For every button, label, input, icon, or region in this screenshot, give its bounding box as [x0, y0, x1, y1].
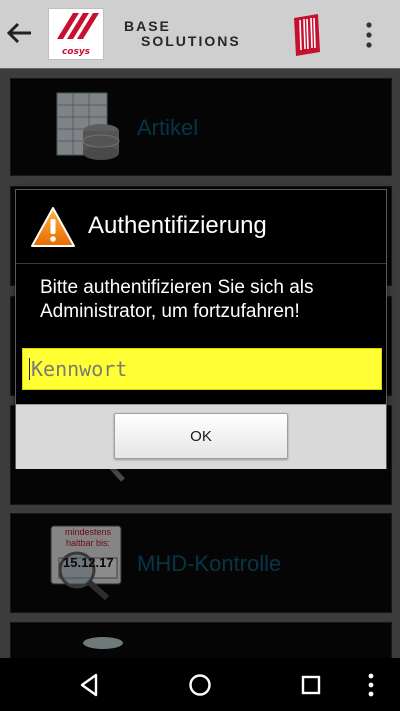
cosys-logo: cosys [48, 8, 104, 60]
overflow-menu-icon[interactable] [363, 20, 375, 50]
text-caret [29, 358, 30, 380]
logo-mark-icon [57, 13, 99, 39]
dialog-title: Authentifizierung [88, 212, 267, 239]
warning-icon [31, 207, 75, 247]
dialog-divider [16, 263, 386, 264]
dialog-button-bar: OK [16, 404, 386, 469]
barcode-icon[interactable] [292, 12, 322, 58]
back-triangle-icon[interactable] [76, 672, 102, 698]
brand-line-1: BASE [124, 18, 171, 34]
back-arrow-icon[interactable] [4, 18, 34, 48]
app-bar: cosys BASE SOLUTIONS [0, 0, 400, 69]
dialog-header: Authentifizierung [16, 190, 386, 264]
logo-text: cosys [61, 47, 91, 57]
overflow-dots-icon[interactable] [365, 672, 377, 698]
recents-square-icon[interactable] [298, 672, 324, 698]
ok-button[interactable]: OK [114, 413, 288, 459]
authentication-dialog: Authentifizierung Bitte authentifizieren… [15, 189, 387, 469]
brand-line-2: SOLUTIONS [141, 33, 241, 49]
system-nav-bar [0, 658, 400, 711]
dialog-message: Bitte authentifizieren Sie sich als Admi… [40, 277, 314, 322]
home-circle-icon[interactable] [187, 672, 213, 698]
password-input[interactable] [22, 348, 382, 390]
